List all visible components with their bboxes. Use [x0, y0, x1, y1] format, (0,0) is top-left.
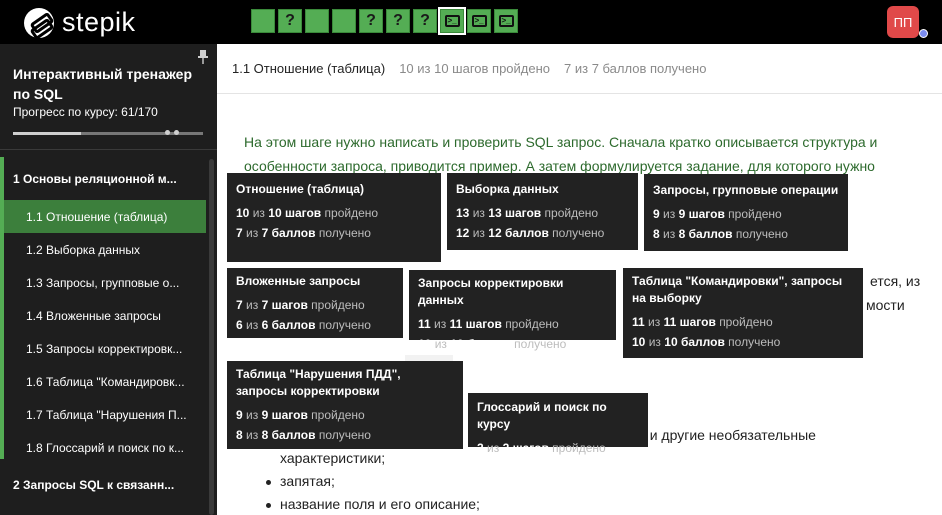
- sidebar-scrollbar[interactable]: [209, 159, 214, 515]
- tooltip-points: 10 из 10 баллов получено: [632, 335, 781, 349]
- progress-value: 61/170: [121, 105, 158, 119]
- sidebar-lesson-1-2[interactable]: 1.2 Выборка данных: [4, 233, 206, 266]
- progress-label: Прогресс по курсу:: [13, 105, 118, 119]
- step-6-quiz[interactable]: ?: [386, 9, 410, 33]
- tooltip-lesson-1-7: Таблица "Нарушения ПДД", запросы коррект…: [227, 361, 463, 449]
- tooltip-title: Запросы, групповые операции: [653, 183, 839, 197]
- step-9-code[interactable]: >_: [467, 9, 491, 33]
- tooltip-lesson-1-2: Выборка данных 13 из 13 шагов пройдено 1…: [447, 173, 638, 250]
- intro-line-1: На этом шаге нужно написать и проверить …: [244, 134, 878, 150]
- terminal-icon: >_: [444, 15, 460, 27]
- question-icon: ?: [285, 12, 295, 29]
- progress-bar-fill: [13, 132, 82, 135]
- terminal-icon: >_: [471, 15, 487, 27]
- tooltip-lesson-1-5: Запросы корректировки данных 11 из 11 ша…: [409, 270, 616, 351]
- step-8-code[interactable]: >_: [438, 7, 466, 35]
- step-1-text[interactable]: [251, 9, 275, 33]
- tooltip-title: Вложенные запросы: [236, 274, 361, 288]
- pin-icon[interactable]: [198, 50, 208, 64]
- tooltip-steps: 2 из 2 шагов пройдено: [477, 441, 606, 455]
- progress-dots: [165, 130, 181, 137]
- step-2-quiz[interactable]: ?: [278, 9, 302, 33]
- lesson-title: 1.1 Отношение (таблица): [232, 61, 386, 76]
- course-title[interactable]: Интерактивный тренажер по SQL: [13, 64, 193, 104]
- tooltip-steps: 9 из 9 шагов пройдено: [653, 207, 782, 221]
- content-text-fragment: мости: [866, 297, 905, 313]
- sidebar-lesson-1-1[interactable]: 1.1 Отношение (таблица): [4, 200, 206, 233]
- tooltip-title: Таблица "Нарушения ПДД", запросы коррект…: [236, 367, 401, 398]
- sidebar-lesson-1-3[interactable]: 1.3 Запросы, групповые о...: [4, 266, 206, 299]
- top-bar: stepik ? ? ? ? >_ >_ >_ ПП: [0, 0, 942, 44]
- tooltip-points: 7 из 7 баллов получено: [236, 226, 371, 240]
- course-sidebar: Интерактивный тренажер по SQL Прогресс п…: [0, 44, 217, 515]
- step-7-quiz[interactable]: ?: [413, 9, 437, 33]
- tooltip-title: Глоссарий и поиск по курсу: [477, 400, 607, 431]
- tooltip-steps: 9 из 9 шагов пройдено: [236, 408, 365, 422]
- tooltip-title: Отношение (таблица): [236, 182, 364, 196]
- step-content: На этом шаге нужно написать и проверить …: [244, 130, 934, 178]
- user-avatar[interactable]: ПП: [887, 6, 919, 38]
- tooltip-lesson-1-8: Глоссарий и поиск по курсу 2 из 2 шагов …: [468, 393, 648, 455]
- sidebar-lesson-1-8[interactable]: 1.8 Глоссарий и поиск по к...: [4, 431, 206, 464]
- tooltip-lesson-1-3: Запросы, групповые операции 9 из 9 шагов…: [644, 174, 848, 251]
- step-navigation: ? ? ? ? >_ >_ >_: [251, 7, 518, 35]
- stepik-logo-icon: [24, 7, 54, 38]
- content-text-fragment: характеристики;: [280, 450, 386, 466]
- tooltip-lesson-1-6: Таблица "Командировки", запросы на выбор…: [623, 268, 863, 358]
- sidebar-lesson-1-6[interactable]: 1.6 Таблица "Командировк...: [4, 365, 206, 398]
- stepik-logo[interactable]: stepik: [24, 7, 136, 38]
- notification-dot: [919, 29, 928, 38]
- lesson-header: 1.1 Отношение (таблица) 10 из 10 шагов п…: [217, 44, 942, 94]
- terminal-icon: >_: [498, 15, 514, 27]
- lesson-steps-progress: 10 из 10 шагов пройдено: [399, 61, 551, 76]
- question-icon: ?: [393, 12, 403, 29]
- content-text-fragment: ется, из: [870, 273, 921, 289]
- sidebar-lesson-1-7[interactable]: 1.7 Таблица "Нарушения П...: [4, 398, 206, 431]
- question-icon: ?: [366, 12, 376, 29]
- bullet-icon: [266, 480, 271, 485]
- tooltip-title: Запросы корректировки данных: [418, 276, 564, 307]
- sidebar-lesson-1-5[interactable]: 1.5 Запросы корректировк...: [4, 332, 206, 365]
- step-10-code[interactable]: >_: [494, 9, 518, 33]
- tooltip-points: 10 из 10 баллов получено: [418, 337, 567, 351]
- step-5-quiz[interactable]: ?: [359, 9, 383, 33]
- tooltip-points: 6 из 6 баллов получено: [236, 318, 371, 332]
- step-4-text[interactable]: [332, 9, 356, 33]
- tooltip-lesson-1-4: Вложенные запросы 7 из 7 шагов пройдено …: [227, 268, 403, 338]
- tooltip-lesson-1-1: Отношение (таблица) 10 из 10 шагов пройд…: [227, 173, 441, 262]
- course-progress: Прогресс по курсу: 61/170: [13, 105, 158, 119]
- tooltip-points: 8 из 8 баллов получено: [236, 428, 371, 442]
- brand-name: stepik: [62, 7, 136, 37]
- tooltip-points: 8 из 8 баллов получено: [653, 227, 788, 241]
- module-1-title[interactable]: 1 Основы реляционной м...: [13, 172, 177, 186]
- tooltip-steps: 13 из 13 шагов пройдено: [456, 206, 599, 220]
- bullet-icon: [266, 503, 271, 508]
- list-item: запятая;: [280, 473, 335, 489]
- tooltip-steps: 11 из 11 шагов пройдено: [418, 317, 559, 331]
- tooltip-title: Таблица "Командировки", запросы на выбор…: [632, 274, 843, 305]
- tooltip-title: Выборка данных: [456, 182, 559, 196]
- tooltip-steps: 7 из 7 шагов пройдено: [236, 298, 365, 312]
- tooltip-points: 12 из 12 баллов получено: [456, 226, 605, 240]
- tooltip-steps: 10 из 10 шагов пройдено: [236, 206, 379, 220]
- sidebar-lesson-1-4[interactable]: 1.4 Вложенные запросы: [4, 299, 206, 332]
- step-3-text[interactable]: [305, 9, 329, 33]
- lesson-points: 7 из 7 баллов получено: [564, 61, 707, 76]
- list-item: название поля и его описание;: [280, 496, 480, 512]
- module-2-title[interactable]: 2 Запросы SQL к связанн...: [13, 478, 174, 492]
- tooltip-steps: 11 из 11 шагов пройдено: [632, 315, 773, 329]
- divider: [0, 149, 217, 150]
- question-icon: ?: [420, 12, 430, 29]
